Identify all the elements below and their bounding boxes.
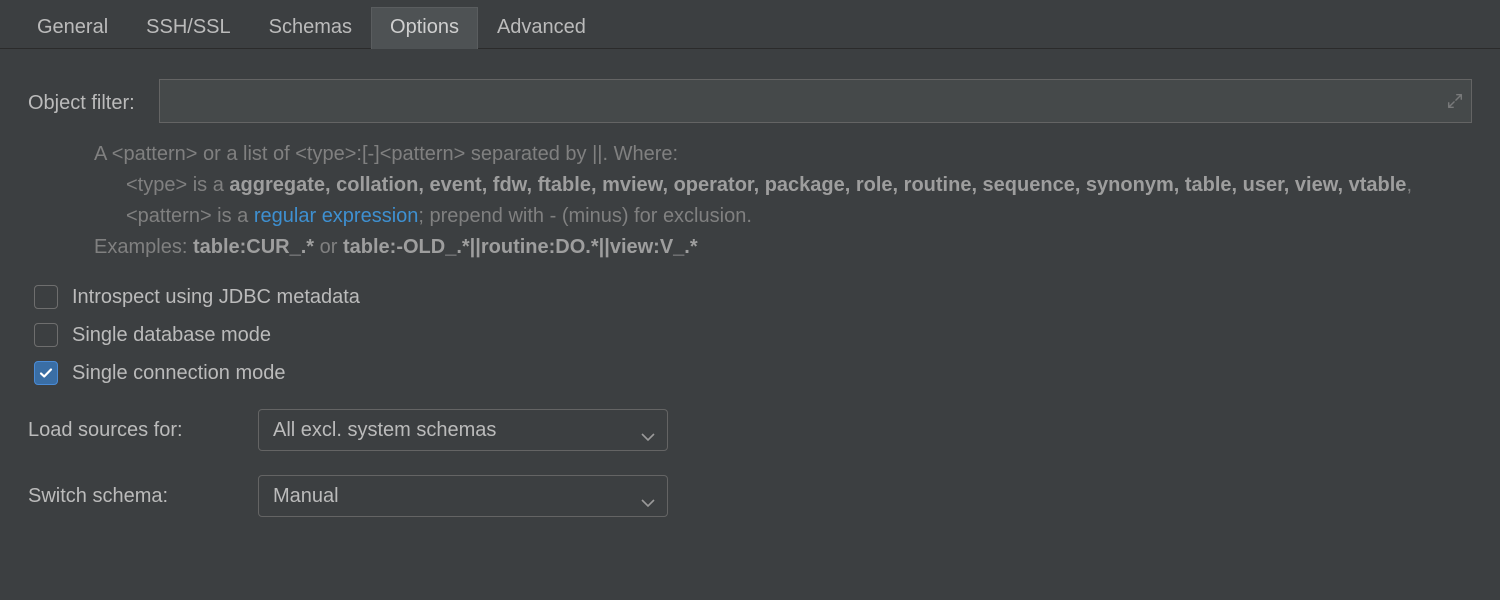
help-pattern-line: <pattern> is a regular expression; prepe… xyxy=(94,201,1444,232)
help-example-2: table:-OLD_.*||routine:DO.*||view:V_.* xyxy=(343,236,698,258)
chevron-down-icon xyxy=(641,491,655,501)
options-panel: Object filter: A <pattern> or a list of … xyxy=(0,49,1500,537)
regular-expression-link[interactable]: regular expression xyxy=(254,205,419,227)
switch-schema-value: Manual xyxy=(273,485,339,508)
expand-icon[interactable] xyxy=(1446,92,1464,110)
help-pattern-suffix: ; prepend with - (minus) for exclusion. xyxy=(418,205,751,227)
help-pattern-prefix: <pattern> is a xyxy=(126,205,254,227)
tab-advanced[interactable]: Advanced xyxy=(478,7,605,49)
checkbox-row-single-db[interactable]: Single database mode xyxy=(34,323,1472,347)
help-type-prefix: <type> is a xyxy=(126,174,229,196)
help-examples: Examples: table:CUR_.* or table:-OLD_.*|… xyxy=(94,232,1444,263)
check-icon xyxy=(38,365,54,381)
object-filter-label: Object filter: xyxy=(28,88,135,115)
load-sources-value: All excl. system schemas xyxy=(273,419,496,442)
object-filter-field-wrap xyxy=(159,79,1472,123)
tab-bar: General SSH/SSL Schemas Options Advanced xyxy=(0,0,1500,49)
checkbox-row-introspect-jdbc[interactable]: Introspect using JDBC metadata xyxy=(34,285,1472,309)
checkbox-introspect-jdbc[interactable] xyxy=(34,285,58,309)
help-type-line: <type> is a aggregate, collation, event,… xyxy=(94,170,1444,201)
help-examples-or: or xyxy=(314,236,343,258)
tab-options[interactable]: Options xyxy=(371,7,478,49)
checkbox-row-single-conn[interactable]: Single connection mode xyxy=(34,361,1472,385)
checkbox-single-conn-label: Single connection mode xyxy=(72,362,285,385)
chevron-down-icon xyxy=(641,425,655,435)
help-line-1: A <pattern> or a list of <type>:[-]<patt… xyxy=(94,139,1444,170)
checkbox-single-db-label: Single database mode xyxy=(72,324,271,347)
tab-schemas[interactable]: Schemas xyxy=(250,7,371,49)
checkbox-introspect-jdbc-label: Introspect using JDBC metadata xyxy=(72,286,360,309)
help-type-trail: , xyxy=(1406,174,1412,196)
tab-ssh-ssl[interactable]: SSH/SSL xyxy=(127,7,249,49)
help-example-1: table:CUR_.* xyxy=(193,236,314,258)
help-type-keywords: aggregate, collation, event, fdw, ftable… xyxy=(229,174,1406,196)
load-sources-label: Load sources for: xyxy=(28,419,238,442)
help-examples-label: Examples: xyxy=(94,236,193,258)
tab-general[interactable]: General xyxy=(18,7,127,49)
object-filter-help: A <pattern> or a list of <type>:[-]<patt… xyxy=(94,139,1444,263)
object-filter-input[interactable] xyxy=(159,79,1472,123)
checkbox-single-db[interactable] xyxy=(34,323,58,347)
switch-schema-label: Switch schema: xyxy=(28,485,238,508)
checkbox-single-conn[interactable] xyxy=(34,361,58,385)
load-sources-select[interactable]: All excl. system schemas xyxy=(258,409,668,451)
switch-schema-select[interactable]: Manual xyxy=(258,475,668,517)
